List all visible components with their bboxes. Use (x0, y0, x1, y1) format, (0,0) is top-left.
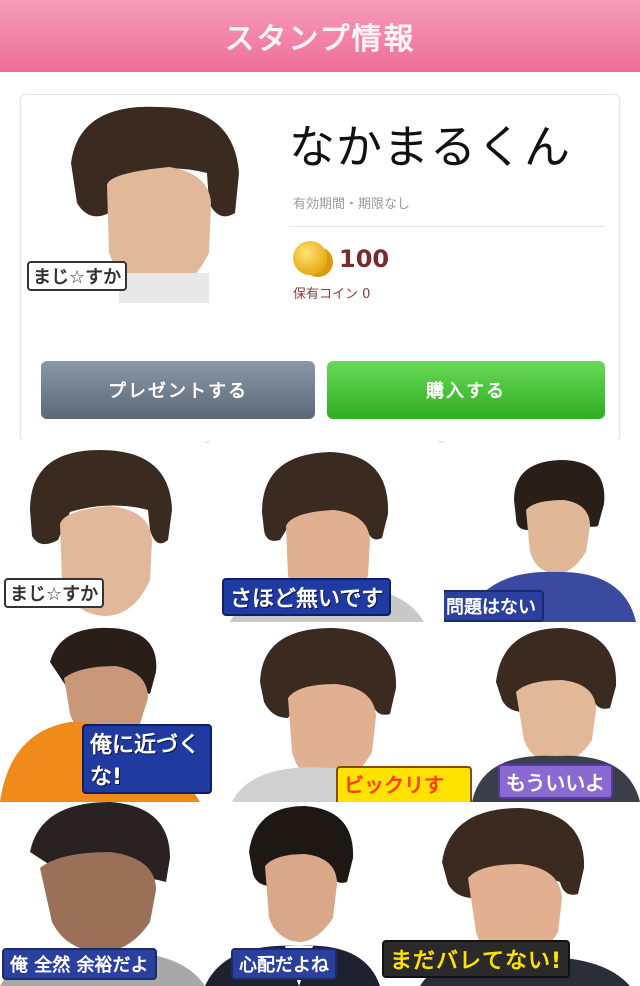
sticker-9-caption: まだバレてない! (382, 940, 571, 978)
sticker-3[interactable]: 問題はない (444, 440, 640, 622)
price-value: 100 (339, 245, 390, 273)
sticker-6-caption: もういいよ (498, 764, 613, 799)
sticker-2[interactable]: さほど無いです (210, 440, 438, 622)
thumbnail-caption: まじ☆すか (27, 261, 128, 291)
sticker-8-caption: 心配だよね (231, 948, 337, 980)
sticker-5-caption: ビックリする! (336, 766, 472, 802)
header-title: スタンプ情報 (224, 22, 416, 57)
sticker-3-caption: 問題はない (444, 590, 544, 622)
sticker-4[interactable]: 俺に近づくな! (0, 622, 212, 802)
stamp-info-card: まじ☆すか なかまるくん 有効期間・期限なし 100 保有コイン 0 プレゼント… (20, 94, 620, 442)
sticker-9[interactable]: まだバレてない! (380, 802, 640, 986)
coin-icon (293, 241, 327, 275)
sticker-6[interactable]: もういいよ (472, 622, 640, 802)
sticker-5[interactable]: ビックリする! (212, 622, 472, 802)
sticker-1-caption: まじ☆すか (4, 578, 105, 608)
validity-text: 有効期間・期限なし (293, 197, 411, 212)
buy-button[interactable]: 購入する (327, 361, 605, 419)
present-button[interactable]: プレゼントする (41, 361, 315, 419)
sticker-2-caption: さほど無いです (222, 578, 392, 616)
sticker-7[interactable]: 俺 全然 余裕だよ (0, 802, 205, 986)
sticker-8[interactable]: 心配だよね (205, 802, 380, 986)
sticker-4-caption: 俺に近づくな! (82, 724, 212, 794)
sticker-1[interactable]: まじ☆すか (0, 440, 205, 622)
stamp-title: なかまるくん (289, 120, 571, 174)
owned-coins: 保有コイン 0 (293, 287, 371, 302)
app-header: スタンプ情報 (0, 0, 640, 72)
sticker-7-caption: 俺 全然 余裕だよ (2, 948, 157, 980)
sticker-grid: まじ☆すか さほど無いです 問題はない 俺に近づくな! ビックリす もういいよ … (0, 440, 640, 986)
divider (289, 226, 605, 227)
